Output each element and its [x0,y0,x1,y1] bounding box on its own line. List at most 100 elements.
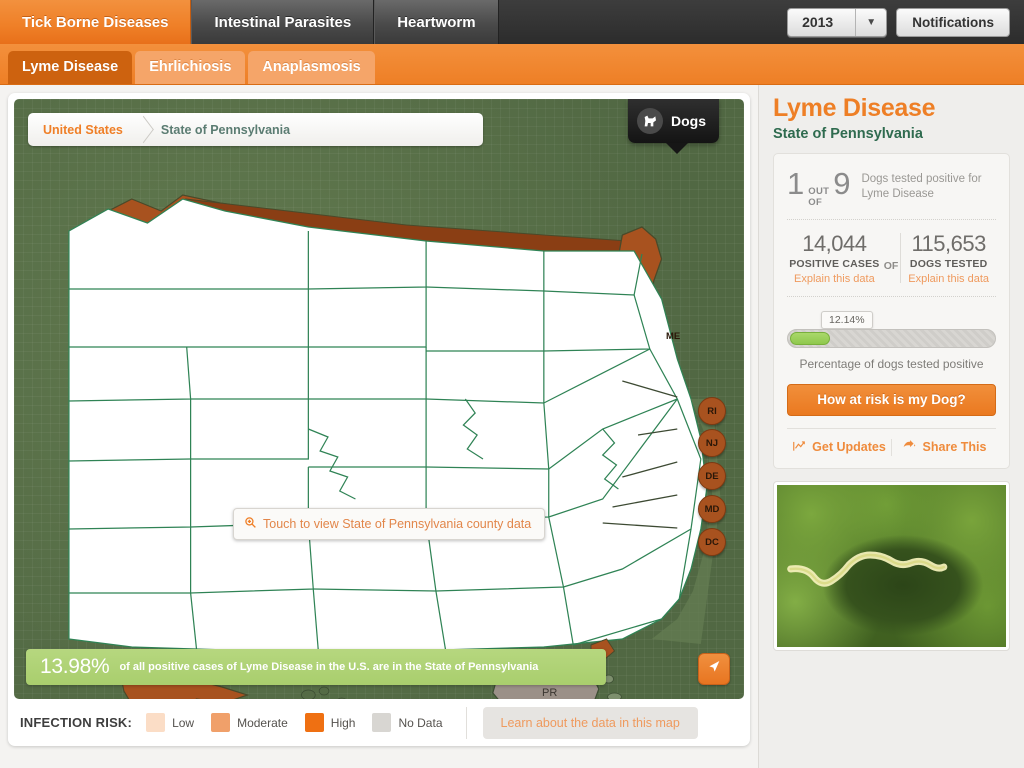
pennsylvania-counties [68,198,708,652]
card-divider [787,295,996,297]
top-nav-controls: 2013 ▼ Notifications [787,0,1024,44]
ratio-description: Dogs tested positive for Lyme Disease [861,172,982,200]
page-title: Lyme Disease [773,94,936,122]
notifications-button[interactable]: Notifications [896,7,1010,37]
legend-item-high: High [304,713,356,732]
sub-tab-ehrlichiosis[interactable]: Ehrlichiosis [135,51,246,84]
counts-of-label: OF [883,259,899,272]
us-and-pennsylvania-map-graphic[interactable] [14,99,744,699]
dogs-tested-caption: DOGS TESTED [909,257,988,270]
map-card: ME RI NJ DE MD DC HI PR [8,93,750,746]
map-pill-label: NJ [705,437,719,449]
sub-navigation-bar: Lyme Disease Ehrlichiosis Anaplasmosis [0,44,1024,85]
year-select-value: 2013 [802,14,834,30]
breadcrumb: United States State of Pennsylvania [28,113,483,146]
legend-label-no-data: No Data [398,715,443,730]
map-pill-nj[interactable]: NJ [698,429,726,457]
sidebar-actions: Get Updates Share This [787,427,996,456]
get-updates-button[interactable]: Get Updates [787,439,891,456]
legend-label-low: Low [172,715,195,730]
map-label-maine-text: ME [666,331,681,342]
ratio-connector: OUT OF [808,185,830,208]
worm-shape-overlay [787,550,948,587]
slider-caption: Percentage of dogs tested positive [799,356,984,371]
map-county-tooltip-text: Touch to view State of Pennsylvania coun… [263,517,532,531]
map-pill-label: DE [705,470,719,482]
map-label-puerto-rico: PR [542,687,558,699]
dogs-tested-explain-link[interactable]: Explain this data [901,273,996,285]
breadcrumb-item-current: State of Pennsylvania [160,122,291,137]
sub-tab-lyme-disease[interactable]: Lyme Disease [8,51,133,84]
legend-swatch-high [304,713,324,732]
ratio-numerator: 1 [787,165,805,201]
card-divider [787,218,996,220]
positive-cases-caption: POSITIVE CASES [789,257,880,270]
tick-photo [773,480,1010,651]
main-tab-heartworm[interactable]: Heartworm [374,0,499,44]
map-pill-dc[interactable]: DC [698,528,726,556]
breadcrumb-item-united-states[interactable]: United States [28,123,123,137]
slider-thumb[interactable] [790,331,830,345]
ratio-row: 1 OUT OF 9 Dogs tested positive for Lyme… [787,166,996,208]
species-tab-dogs[interactable]: Dogs [628,99,719,154]
ratio-denominator: 9 [833,165,851,201]
share-icon [902,439,917,456]
slider-track[interactable] [787,328,996,348]
map-pill-de[interactable]: DE [698,462,726,490]
positive-cases-explain-link[interactable]: Explain this data [787,273,882,285]
dogs-tested-number: 115,653 [911,230,986,256]
counts-row: 14,044 POSITIVE CASES Explain this data … [787,231,996,285]
legend-divider [465,706,467,739]
map-county-tooltip[interactable]: Touch to view State of Pennsylvania coun… [233,508,546,540]
navigation-arrow-icon [706,659,722,680]
map-pill-label: RI [707,405,717,417]
map-pill-ri[interactable]: RI [698,397,726,425]
species-tab-label: Dogs [671,113,706,129]
map-puerto-rico-islets [603,674,622,699]
learn-about-data-button[interactable]: Learn about the data in this map [482,706,698,739]
risk-assessment-button[interactable]: How at risk is my Dog? [787,383,996,416]
legend-swatch-no-data [372,713,392,732]
map-percentage-description: of all positive cases of Lyme Disease in… [119,661,539,673]
legend-label-moderate: Moderate [237,715,288,730]
map-percentage-banner: 13.98% of all positive cases of Lyme Dis… [26,649,606,685]
year-select[interactable]: 2013 ▼ [787,7,888,37]
main-tab-label: Tick Borne Diseases [22,13,169,31]
legend-item-low: Low [146,713,194,732]
map-canvas[interactable]: ME RI NJ DE MD DC HI PR [14,99,744,699]
infection-risk-legend: INFECTION RISK: Low Moderate High No Dat… [14,699,744,746]
percentage-slider[interactable]: 12.14% Percentage of dogs tested positiv… [787,310,996,371]
page-subtitle: State of Pennsylvania [773,125,923,142]
map-column: ME RI NJ DE MD DC HI PR [0,85,758,768]
main-tab-label: Heartworm [397,13,476,31]
magnifier-plus-icon [244,516,257,532]
sub-tab-anaplasmosis[interactable]: Anaplasmosis [248,51,375,84]
breadcrumb-separator-icon [131,113,161,146]
legend-swatch-low [146,713,166,732]
page-body: ME RI NJ DE MD DC HI PR [0,85,1024,768]
get-updates-label: Get Updates [812,440,886,454]
statistics-card: 1 OUT OF 9 Dogs tested positive for Lyme… [773,152,1010,469]
map-pill-label: DC [705,536,719,548]
positive-cases-stat: 14,044 POSITIVE CASES Explain this data [787,231,882,285]
dog-icon [637,108,663,134]
map-aleutian-islands [301,686,346,699]
positive-cases-number: 14,044 [802,230,867,256]
share-this-label: Share This [922,440,987,454]
main-tab-tick-borne-diseases[interactable]: Tick Borne Diseases [0,0,192,44]
main-tab-label: Intestinal Parasites [214,13,352,31]
main-tab-intestinal-parasites[interactable]: Intestinal Parasites [191,0,375,44]
map-pill-label: MD [704,503,720,515]
dogs-tested-stat: 115,653 DOGS TESTED Explain this data [901,231,996,285]
legend-swatch-moderate [211,713,231,732]
top-navigation-bar: Tick Borne Diseases Intestinal Parasites… [0,0,1024,44]
slider-value-bubble: 12.14% [821,310,873,329]
legend-item-moderate: Moderate [211,713,288,732]
share-this-button[interactable]: Share This [891,438,996,456]
legend-label-high: High [330,715,356,730]
chevron-down-icon[interactable]: ▼ [855,8,886,36]
map-locate-button[interactable] [698,653,730,685]
map-percentage-value: 13.98% [40,655,110,678]
map-pill-md[interactable]: MD [698,495,726,523]
legend-title: INFECTION RISK: [20,715,133,730]
